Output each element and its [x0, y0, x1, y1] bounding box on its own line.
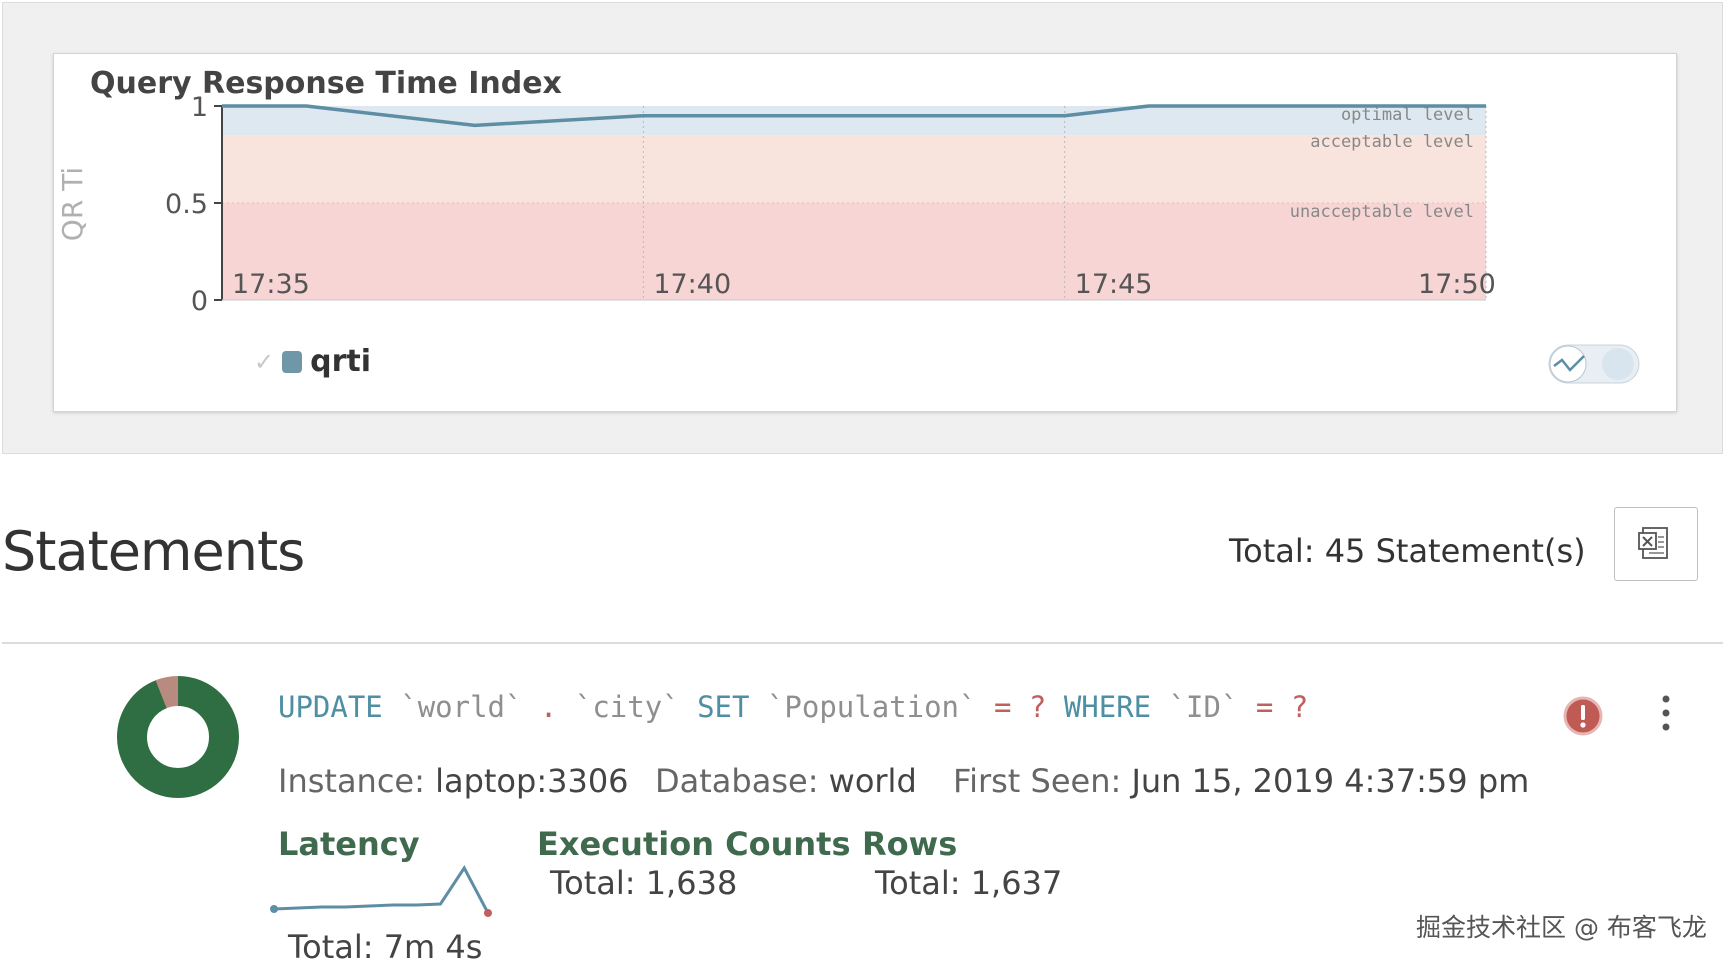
statement-share-donut: [117, 676, 239, 798]
sparkline-line: [273, 865, 490, 914]
instance-value: laptop:3306: [435, 762, 629, 800]
sql-token: `city`: [574, 690, 680, 724]
execution-counts-total: Total: 1,638: [550, 864, 738, 902]
sql-token: ?: [1290, 690, 1309, 724]
sql-token: `Population`: [766, 690, 977, 724]
legend-swatch: [282, 350, 303, 373]
more-options-icon[interactable]: [1658, 693, 1674, 733]
sql-token: ?: [1028, 690, 1047, 724]
sql-token: =: [993, 690, 1012, 724]
band-label-1: acceptable level: [1310, 132, 1474, 152]
sql-token: UPDATE: [278, 690, 383, 724]
y-axis-label: QR Ti: [56, 167, 89, 241]
statements-title: Statements: [2, 520, 305, 583]
sql-token: SET: [697, 690, 750, 724]
x-tick-1: 17:40: [653, 269, 731, 300]
y-tick-1: 0.5: [165, 189, 208, 220]
instance-label: Instance:: [278, 762, 425, 800]
sql-token: =: [1255, 690, 1274, 724]
band-0: [222, 106, 1486, 136]
chart-type-toggle-icon[interactable]: [1548, 344, 1640, 384]
sql-token: WHERE: [1063, 690, 1152, 724]
first-seen-value: Jun 15, 2019 4:37:59 pm: [1131, 762, 1530, 800]
legend-check-icon[interactable]: ✓: [254, 348, 274, 376]
sql-token: `ID`: [1168, 690, 1239, 724]
section-divider: [2, 642, 1723, 644]
instance-info: Instance: laptop:3306: [278, 762, 629, 800]
band-label-0: optimal level: [1341, 105, 1474, 125]
rows-label: Rows: [862, 825, 958, 863]
excel-export-icon: [1638, 527, 1668, 559]
sparkline-start-point: [270, 905, 278, 913]
sql-token: .: [539, 690, 558, 724]
x-tick-0: 17:35: [232, 269, 310, 300]
chart-panel: 17:35 17:40 17:45 17:50 optimal level accepta…: [2, 2, 1723, 454]
latency-sparkline: [270, 865, 492, 917]
export-button[interactable]: [1614, 507, 1698, 581]
rows-total: Total: 1,637: [875, 864, 1063, 902]
database-info: Database: world: [655, 762, 917, 800]
x-tick-2: 17:45: [1075, 269, 1153, 300]
band-1: [222, 135, 1486, 203]
watermark: 掘金技术社区 @ 布客飞龙: [1416, 913, 1707, 942]
band-label-2: unacceptable level: [1290, 202, 1474, 222]
chart-title: Query Response Time Index: [90, 66, 562, 101]
alert-icon[interactable]: [1562, 695, 1604, 737]
qrti-chart-card: 17:35 17:40 17:45 17:50 optimal level accepta…: [53, 53, 1677, 412]
sql-statement[interactable]: UPDATE `world` . `city` SET `Population`…: [278, 690, 1308, 724]
chart-legend[interactable]: ✓ qrti: [254, 344, 371, 379]
first-seen-label: First Seen:: [953, 762, 1122, 800]
first-seen-info: First Seen: Jun 15, 2019 4:37:59 pm: [953, 762, 1529, 800]
total-statements: Total: 45 Statement(s): [1229, 532, 1586, 570]
sql-token: `world`: [400, 690, 523, 724]
latency-total: Total: 7m 4s: [288, 928, 483, 966]
execution-counts-label: Execution Counts: [537, 825, 851, 863]
database-value: world: [828, 762, 917, 800]
y-tick-2: 0: [191, 286, 208, 317]
database-label: Database:: [655, 762, 819, 800]
sparkline-end-point: [484, 909, 492, 917]
x-tick-3: 17:50: [1418, 269, 1496, 300]
legend-label: qrti: [310, 344, 372, 379]
latency-label: Latency: [278, 825, 420, 863]
